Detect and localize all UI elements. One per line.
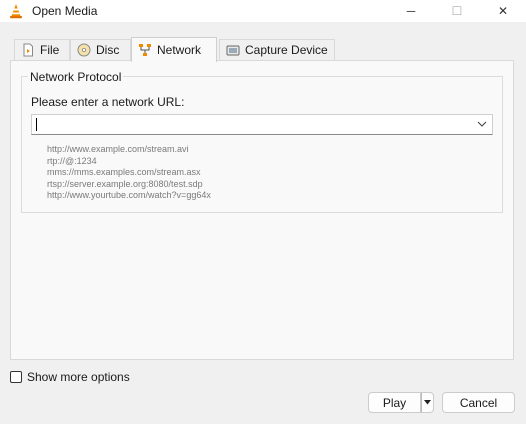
close-button[interactable]: ✕ <box>480 0 526 22</box>
show-more-options-label: Show more options <box>27 370 130 384</box>
tab-network[interactable]: Network <box>131 37 217 62</box>
url-combobox[interactable] <box>31 114 493 135</box>
minimize-icon: ─ <box>406 4 416 18</box>
tab-capture-device[interactable]: Capture Device <box>219 39 335 60</box>
title-bar: Open Media ─ ☐ ✕ <box>0 0 526 22</box>
tab-file[interactable]: File <box>14 39 70 60</box>
close-icon: ✕ <box>497 4 509 18</box>
tab-capture-device-label: Capture Device <box>245 43 328 57</box>
maximize-icon: ☐ <box>451 4 463 18</box>
maximize-button[interactable]: ☐ <box>434 0 480 22</box>
play-button[interactable]: Play <box>368 392 421 413</box>
cancel-button[interactable]: Cancel <box>442 392 515 413</box>
url-examples: http://www.example.com/stream.avi rtp://… <box>47 144 211 202</box>
file-icon <box>23 43 33 57</box>
example-url: http://www.yourtube.com/watch?v=gg64x <box>47 190 211 200</box>
vlc-cone-icon <box>10 4 22 19</box>
example-url: rtp://@:1234 <box>47 155 97 166</box>
capture-device-icon <box>226 45 240 56</box>
dropdown-arrow-icon <box>424 400 431 405</box>
group-title: Network Protocol <box>28 70 124 84</box>
show-more-options[interactable]: Show more options <box>10 370 130 384</box>
example-url: http://www.example.com/stream.avi <box>47 144 189 154</box>
example-url: rtsp://server.example.org:8080/test.sdp <box>47 178 203 189</box>
network-icon <box>139 44 151 56</box>
window-title: Open Media <box>32 4 98 18</box>
play-dropdown-button[interactable] <box>421 392 434 413</box>
network-panel: Network Protocol Please enter a network … <box>10 60 514 360</box>
minimize-button[interactable]: ─ <box>388 0 434 22</box>
tab-network-label: Network <box>157 43 202 57</box>
cancel-button-label: Cancel <box>459 395 498 410</box>
network-protocol-group: Network Protocol Please enter a network … <box>21 70 503 213</box>
show-more-options-checkbox[interactable] <box>10 371 22 383</box>
chevron-down-icon[interactable] <box>477 120 487 128</box>
tab-disc-label: Disc <box>96 43 120 57</box>
tab-file-label: File <box>40 43 60 57</box>
example-url: mms://mms.examples.com/stream.asx <box>47 167 201 177</box>
disc-icon <box>77 43 91 57</box>
url-input[interactable] <box>35 116 465 133</box>
text-caret <box>36 118 37 131</box>
tab-disc[interactable]: Disc <box>70 39 131 60</box>
play-button-label: Play <box>382 395 407 410</box>
url-label: Please enter a network URL: <box>31 95 185 109</box>
